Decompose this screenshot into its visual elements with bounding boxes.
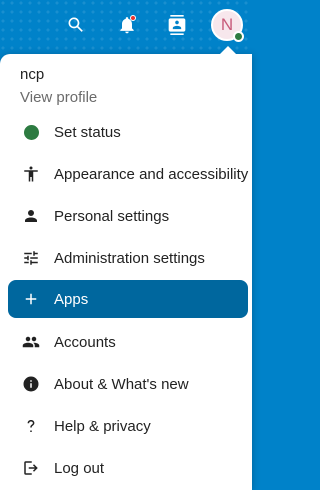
menu-item-logout[interactable]: Log out [8,449,248,487]
menu-item-personal-settings[interactable]: Personal settings [8,197,248,235]
online-status-indicator [233,31,244,42]
top-header: N [0,0,252,50]
menu-item-administration-settings[interactable]: Administration settings [8,239,248,277]
menu-caret [220,46,236,54]
menu-item-label: Personal settings [54,207,170,225]
user-menu-dropdown: ncp View profile Set status Appearance a… [0,46,252,490]
menu-item-label: Accounts [54,333,116,351]
accounts-icon [8,323,54,361]
logout-icon [8,449,54,487]
profile-name: ncp [20,66,45,83]
person-icon [8,197,54,235]
menu-item-label: Log out [54,459,105,477]
menu-item-label: About & What's new [54,375,189,393]
menu-item-label: Appearance and accessibility [54,165,249,183]
accessibility-icon [8,155,54,193]
help-icon [8,407,54,445]
menu-item-apps[interactable]: Apps [8,280,248,318]
menu-item-set-status[interactable]: Set status [8,113,248,151]
notifications-bell-icon[interactable] [115,13,139,37]
plus-icon [8,280,54,318]
menu-item-help-privacy[interactable]: Help & privacy [8,407,248,445]
profile-section[interactable]: ncp View profile [20,66,240,107]
menu-item-accounts[interactable]: Accounts [8,323,248,361]
status-dot-icon [8,113,54,151]
info-icon [8,365,54,403]
view-profile-link[interactable]: View profile [20,89,240,107]
search-icon[interactable] [64,13,88,37]
menu-item-appearance[interactable]: Appearance and accessibility [8,155,248,193]
menu-item-label: Set status [54,123,121,141]
menu-item-label: Help & privacy [54,417,151,435]
notification-dot [130,15,136,21]
menu-item-label: Apps [54,290,89,308]
menu-item-label: Administration settings [54,249,205,267]
contacts-icon[interactable] [165,13,189,37]
user-avatar[interactable]: N [211,9,244,42]
tune-icon [8,239,54,277]
menu-item-about[interactable]: About & What's new [8,365,248,403]
avatar-initial: N [220,15,234,34]
